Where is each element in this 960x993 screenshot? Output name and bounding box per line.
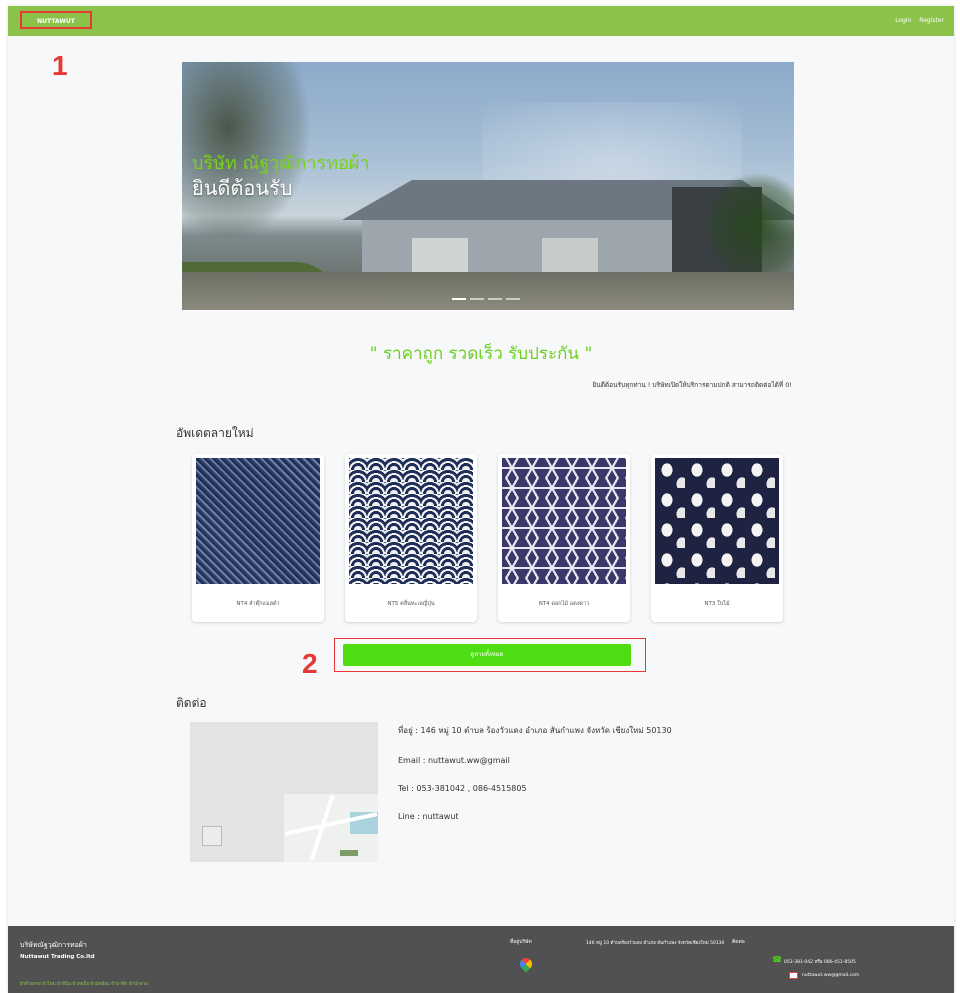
footer-company-th: บริษัทณัฐวุฒิการทอผ้า	[20, 941, 87, 949]
phone-icon: ☎	[772, 955, 782, 964]
pattern-image	[349, 458, 473, 584]
pattern-caption: NT4 ดอกไม้ แดงดาว	[538, 601, 590, 607]
pattern-caption: NT3 ใบไม้	[704, 601, 730, 607]
map-park	[340, 850, 358, 856]
page: NUTTAWUT Login Register 1 บริษัท ณัฐวุฒิ…	[8, 6, 954, 993]
annotation-marker-2: 2	[302, 648, 318, 679]
welcome-text: ยินดีต้อนรับทุกท่าน ! บริษัทเปิดให้บริกา…	[592, 381, 792, 389]
annotation-marker-1: 1	[52, 50, 68, 81]
contact-info: ที่อยู่ : 146 หมู่ 10 ตำบล ร้องวัวแดง อำ…	[398, 724, 672, 840]
footer-contact-heading: ติดต่อ	[732, 939, 745, 945]
pattern-card[interactable]: NT4 ลำตุ๊กแมลดำ	[192, 454, 324, 622]
nav-auth-links: Login Register	[889, 17, 944, 24]
carousel-dot[interactable]	[488, 298, 502, 300]
hero-title: ยินดีต้อนรับ	[192, 176, 293, 200]
map-pin-icon[interactable]	[517, 955, 535, 973]
register-link[interactable]: Register	[919, 17, 944, 24]
pattern-card[interactable]: NT3 ใบไม้	[651, 454, 783, 622]
contact-address: ที่อยู่ : 146 หมู่ 10 ตำบล ร้องวัวแดง อำ…	[398, 726, 672, 735]
contact-tel: Tel : 053-381042 , 086-4515805	[398, 784, 527, 793]
pattern-image	[196, 458, 320, 584]
contact-title: ติดต่อ	[176, 696, 207, 710]
pattern-caption: NT4 ลำตุ๊กแมลดำ	[236, 601, 280, 607]
pattern-image	[655, 458, 779, 584]
pattern-caption: NT5 คลื่นทะเลญี่ปุ่น	[387, 601, 435, 607]
tagline: " ราคาถูก รวดเร็ว รับประกัน "	[369, 344, 593, 364]
map-fullscreen-button[interactable]	[202, 826, 222, 846]
footer-services: ผ้าฝ้ายลาย ผ้าไหม ผ้าลินิน ผ้าทอมือ ผ้าม…	[20, 982, 148, 987]
footer-company-en: Nuttawut Trading Co.ltd	[20, 954, 95, 960]
navbar: NUTTAWUT Login Register	[8, 6, 954, 36]
contact-email: Email : nuttawut.ww@gmail	[398, 756, 510, 765]
annotation-highlight-box: ดูลายทั้งหมด	[334, 638, 646, 672]
carousel-dot[interactable]	[470, 298, 484, 300]
pattern-card[interactable]: NT4 ดอกไม้ แดงดาว	[498, 454, 630, 622]
brand-logo-link[interactable]: NUTTAWUT	[20, 11, 92, 29]
footer-map-heading: ที่อยู่บริษัท	[510, 939, 532, 945]
hero-carousel[interactable]: บริษัท ณัฐวุฒิการทอผ้า ยินดีต้อนรับ	[182, 62, 794, 310]
hero-tree-right	[702, 172, 794, 282]
carousel-indicators	[452, 298, 520, 300]
footer-address: 146 หมู่ 10 ตำบลร้องวัวแดง อำเภอ สันกำแพ…	[586, 941, 725, 946]
mail-icon	[789, 972, 798, 979]
pattern-card[interactable]: NT5 คลื่นทะเลญี่ปุ่น	[345, 454, 477, 622]
view-all-patterns-button[interactable]: ดูลายทั้งหมด	[343, 644, 631, 666]
footer: บริษัทณัฐวุฒิการทอผ้า Nuttawut Trading C…	[8, 926, 954, 993]
contact-line: Line : nuttawut	[398, 812, 459, 821]
location-map[interactable]	[190, 722, 378, 862]
login-link[interactable]: Login	[895, 17, 911, 24]
footer-email[interactable]: nuttawut.ww@gmail.com	[802, 973, 859, 978]
carousel-dot[interactable]	[506, 298, 520, 300]
hero-ground	[182, 272, 794, 310]
pattern-image	[502, 458, 626, 584]
carousel-dot[interactable]	[452, 298, 466, 300]
footer-phone: 053-381-042 หรือ 086-451-8505	[784, 960, 856, 965]
updates-title: อัพเดตลายใหม่	[176, 426, 254, 440]
